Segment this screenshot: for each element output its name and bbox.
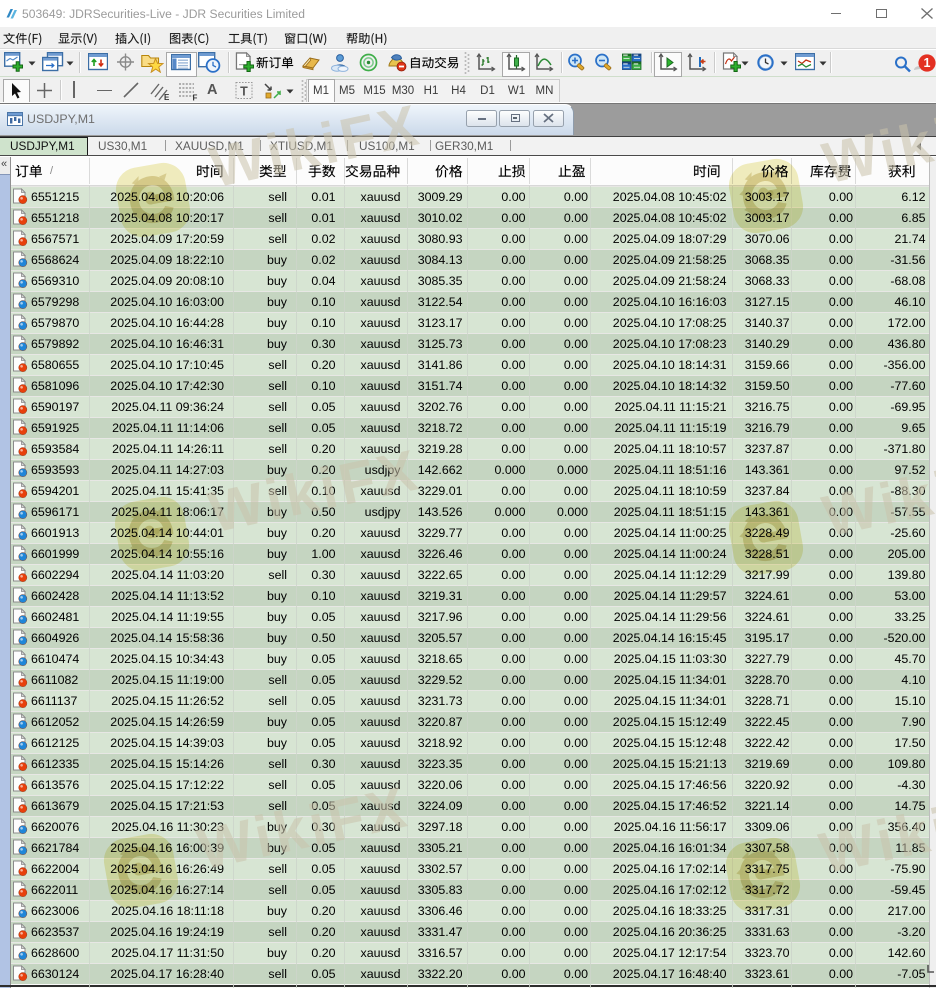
svg-text:F: F (193, 94, 198, 102)
svg-text:T: T (240, 85, 248, 99)
svg-text:E: E (164, 93, 170, 101)
svg-text:1: 1 (924, 56, 931, 70)
